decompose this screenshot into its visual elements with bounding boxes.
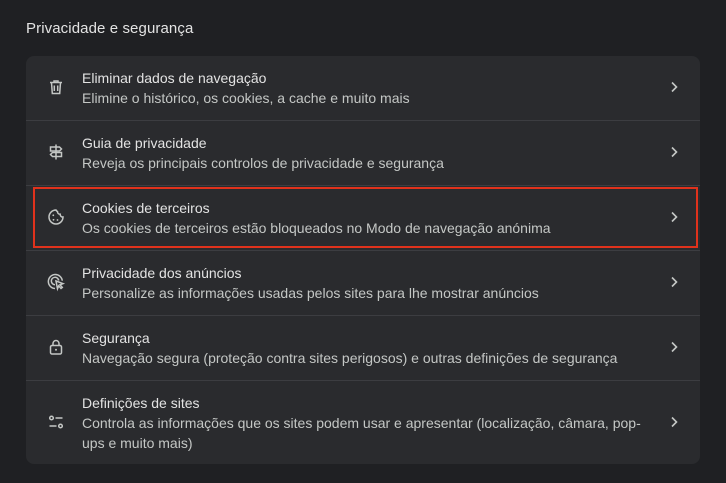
- row-title: Guia de privacidade: [82, 135, 207, 151]
- ad-privacy-icon: [46, 272, 66, 292]
- row-description: Personalize as informações usadas pelos …: [82, 285, 539, 301]
- row-title: Definições de sites: [82, 395, 200, 411]
- row-clear-browsing-data[interactable]: Eliminar dados de navegação Elimine o hi…: [26, 56, 700, 120]
- section-title: Privacidade e segurança: [26, 20, 194, 37]
- row-description: Navegação segura (proteção contra sites …: [82, 350, 618, 366]
- trash-icon: [46, 77, 66, 97]
- row-title: Segurança: [82, 330, 150, 346]
- row-description: Os cookies de terceiros estão bloqueados…: [82, 220, 551, 236]
- row-third-party-cookies[interactable]: Cookies de terceiros Os cookies de terce…: [26, 186, 700, 250]
- row-title: Eliminar dados de navegação: [82, 70, 267, 86]
- chevron-right-icon: [666, 209, 682, 225]
- row-title: Privacidade dos anúncios: [82, 265, 242, 281]
- row-description: Reveja os principais controlos de privac…: [82, 155, 444, 171]
- chevron-right-icon: [666, 144, 682, 160]
- chevron-right-icon: [666, 339, 682, 355]
- tune-icon: [46, 412, 66, 432]
- row-ad-privacy[interactable]: Privacidade dos anúncios Personalize as …: [26, 251, 700, 315]
- privacy-settings-card: Eliminar dados de navegação Elimine o hi…: [26, 56, 700, 464]
- row-site-settings[interactable]: Definições de sites Controla as informaç…: [26, 381, 700, 464]
- chevron-right-icon: [666, 414, 682, 430]
- lock-icon: [46, 337, 66, 357]
- row-description: Controla as informações que os sites pod…: [82, 415, 641, 451]
- row-security[interactable]: Segurança Navegação segura (proteção con…: [26, 316, 700, 380]
- chevron-right-icon: [666, 274, 682, 290]
- cookie-icon: [46, 207, 66, 227]
- chevron-right-icon: [666, 79, 682, 95]
- row-title: Cookies de terceiros: [82, 200, 210, 216]
- row-privacy-guide[interactable]: Guia de privacidade Reveja os principais…: [26, 121, 700, 185]
- row-description: Elimine o histórico, os cookies, a cache…: [82, 90, 410, 106]
- signpost-icon: [46, 142, 66, 162]
